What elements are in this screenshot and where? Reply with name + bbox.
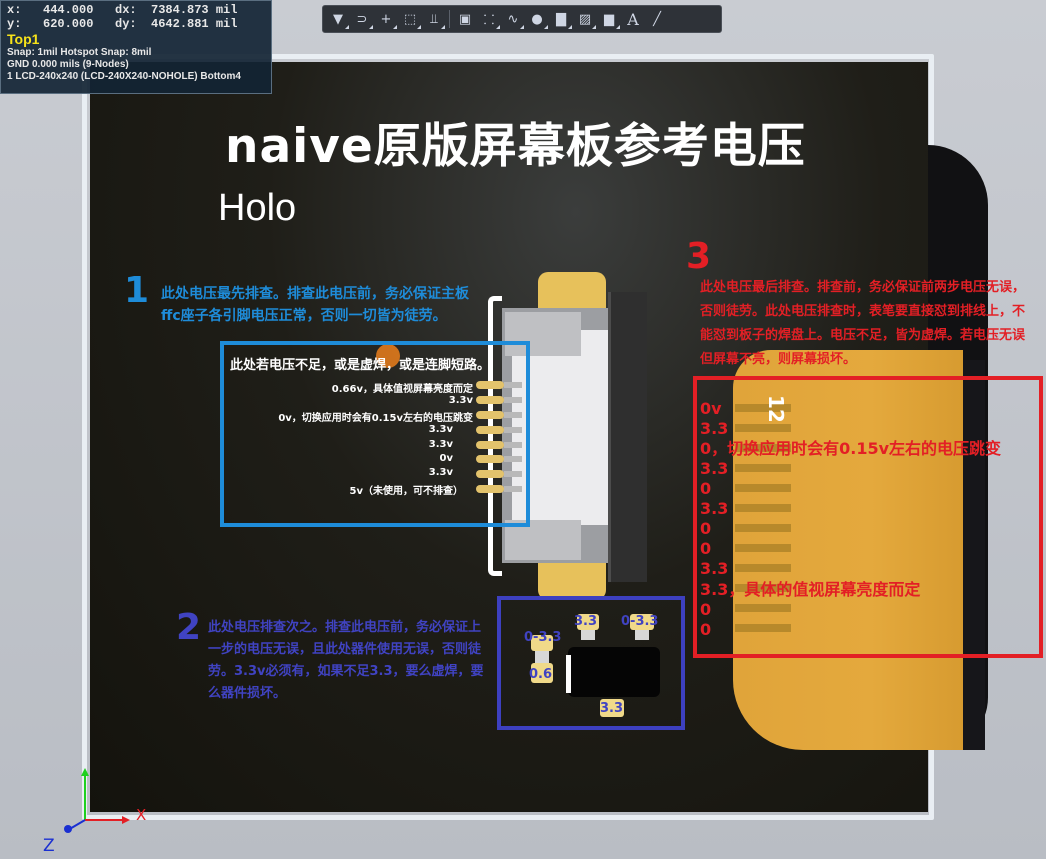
pin-icon[interactable]: ● [526,8,548,30]
pin-voltage-label: 3.3v [448,395,473,406]
route-icon[interactable]: ⸬ [478,8,500,30]
chip-icon[interactable]: ▣ [454,8,476,30]
annotation-box-1-heading: 此处若电压不足，或是虚焊，或是连脚短路。 [230,358,491,373]
component-voltage-label: 0-3.3 [524,630,562,645]
connector-housing [608,292,647,582]
fpc-voltage-label: 0v [700,399,722,418]
bar-chart-icon[interactable]: ▆ [598,8,620,30]
fpc-voltage-label: 3.3 [700,459,729,478]
net-info: GND 0.000 mils (9-Nodes) [7,59,129,70]
fpc-voltage-label: 3.3，具体的值视屏幕亮度而定 [700,580,921,599]
fpc-voltage-label: 3.3 [700,499,729,518]
cursor-y-readout: y: 620.000 dy: 4642.881 mil [7,17,238,31]
filter-icon[interactable]: ▼ [327,8,349,30]
layer-stack-icon[interactable]: ▇ [550,8,572,30]
page-title: naive原版屏幕板参考电压 [225,119,806,174]
component-voltage-label: 0.6 [529,667,553,682]
crosshair-icon[interactable]: + [375,8,397,30]
capacitor-body [581,630,595,640]
ic-pin1-marker [566,655,571,693]
annotation-text-3: 此处电压最后排查。排查前，务必保证前两步电压无误，否则徒劳。此处电压排查时，表笔… [700,280,1026,367]
fpc-voltage-label: 0 [700,539,712,558]
z-axis-label: Z [43,836,55,856]
annotation-text-1: 此处电压最先排查。排查此电压前，务必保证主板ffc座子各引脚电压正常，否则一切皆… [161,286,469,324]
cursor-x-readout: x: 444.000 dx: 7384.873 mil [7,3,238,17]
fpc-voltage-label: 0 [700,620,712,639]
pin-number-label: 12 [764,395,788,423]
magnet-icon[interactable]: ⊃ [351,8,373,30]
resistor-body [535,651,549,663]
toolbar-divider [449,10,450,28]
pin-voltage-label: 0v，切换应用时会有0.15v左右的电压跳变 [278,413,473,424]
regulator-ic[interactable] [568,647,660,697]
fpc-voltage-label: 3.3 [700,419,729,438]
capacitor-body [635,630,649,640]
text-tool-glyph: A [627,9,639,29]
pin-voltage-label: 3.3v [428,424,453,435]
line-icon[interactable]: ╱ [646,8,668,30]
select-rect-icon[interactable]: ⬚ [399,8,421,30]
connector-pad-top[interactable] [538,272,606,312]
snap-info: Snap: 1mil Hotspot Snap: 8mil [7,47,152,58]
pin-voltage-label: 3.3v [428,467,453,478]
component-info: 1 LCD-240x240 (LCD-240X240-NOHOLE) Botto… [7,71,241,82]
fpc-voltage-label: 0，切换应用时会有0.15v左右的电压跳变 [700,439,1002,458]
fpc-voltage-label: 0 [700,600,712,619]
fpc-voltage-label: 0 [700,519,712,538]
component-voltage-label: 3.3 [574,614,598,629]
wave-icon[interactable]: ∿ [502,8,524,30]
active-bar-toolbar: ▼ ⊃ + ⬚ ⫫ ▣ ⸬ ∿ ● ▇ ▨ ▆ A ╱ [322,5,722,33]
fpc-voltage-label: 3.3 [700,559,729,578]
pin-voltage-label: 0v [439,453,453,464]
annotation-number-2: 2 [176,607,202,648]
annotation-box-3 [693,376,1043,658]
x-axis-label: X [136,806,147,824]
pin-voltage-label: 5v（未使用，可不排查） [349,486,463,497]
pin-voltage-label: 0.66v，具体值视屏幕亮度而定 [331,384,473,395]
page-subtitle: Holo [218,187,297,229]
annotation-number-3: 3 [686,236,712,277]
pin-voltage-label: 3.3v [428,439,453,450]
annotation-number-1: 1 [124,270,150,311]
component-voltage-label: 3.3 [600,701,624,716]
fpc-voltage-label: 0 [700,479,712,498]
coordinate-info-panel: x: 444.000 dx: 7384.873 mil y: 620.000 d… [0,0,272,94]
active-layer-label: Top1 [7,31,40,47]
text-icon[interactable]: A [622,8,644,30]
graph-icon[interactable]: ▨ [574,8,596,30]
component-voltage-label: 0-3.3 [621,614,659,629]
annotation-text-2: 此处电压排查次之。排查此电压前，务必保证上一步的电压无误，且此处器件使用无误，否… [208,620,484,701]
align-bottom-icon[interactable]: ⫫ [423,8,445,30]
